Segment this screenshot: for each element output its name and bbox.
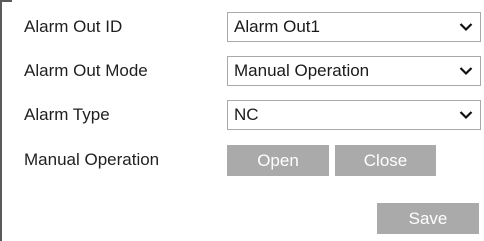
alarm-out-id-value: Alarm Out1 [234, 17, 320, 36]
alarm-out-id-label: Alarm Out ID [24, 17, 123, 36]
alarm-out-mode-value: Manual Operation [234, 61, 370, 80]
alarm-type-value: NC [234, 105, 259, 124]
alarm-type-select[interactable]: NC [227, 100, 481, 130]
alarm-out-id-row: Alarm Out ID Alarm Out1 [24, 12, 482, 42]
manual-operation-label: Manual Operation [24, 150, 160, 169]
alarm-out-mode-row: Alarm Out Mode Manual Operation [24, 56, 482, 86]
manual-operation-row: Manual Operation Open Close [24, 145, 482, 176]
chevron-down-icon [459, 111, 473, 120]
save-button[interactable]: Save [377, 203, 479, 234]
alarm-type-row: Alarm Type NC [24, 100, 482, 130]
close-button[interactable]: Close [335, 145, 436, 176]
alarm-type-label: Alarm Type [24, 105, 110, 124]
alarm-out-id-select[interactable]: Alarm Out1 [227, 12, 481, 42]
panel-top-border [0, 0, 12, 2]
chevron-down-icon [459, 67, 473, 76]
alarm-out-mode-label: Alarm Out Mode [24, 61, 148, 80]
chevron-down-icon [459, 23, 473, 32]
alarm-out-mode-select[interactable]: Manual Operation [227, 56, 481, 86]
panel-left-border [0, 0, 2, 241]
open-button[interactable]: Open [227, 145, 329, 176]
